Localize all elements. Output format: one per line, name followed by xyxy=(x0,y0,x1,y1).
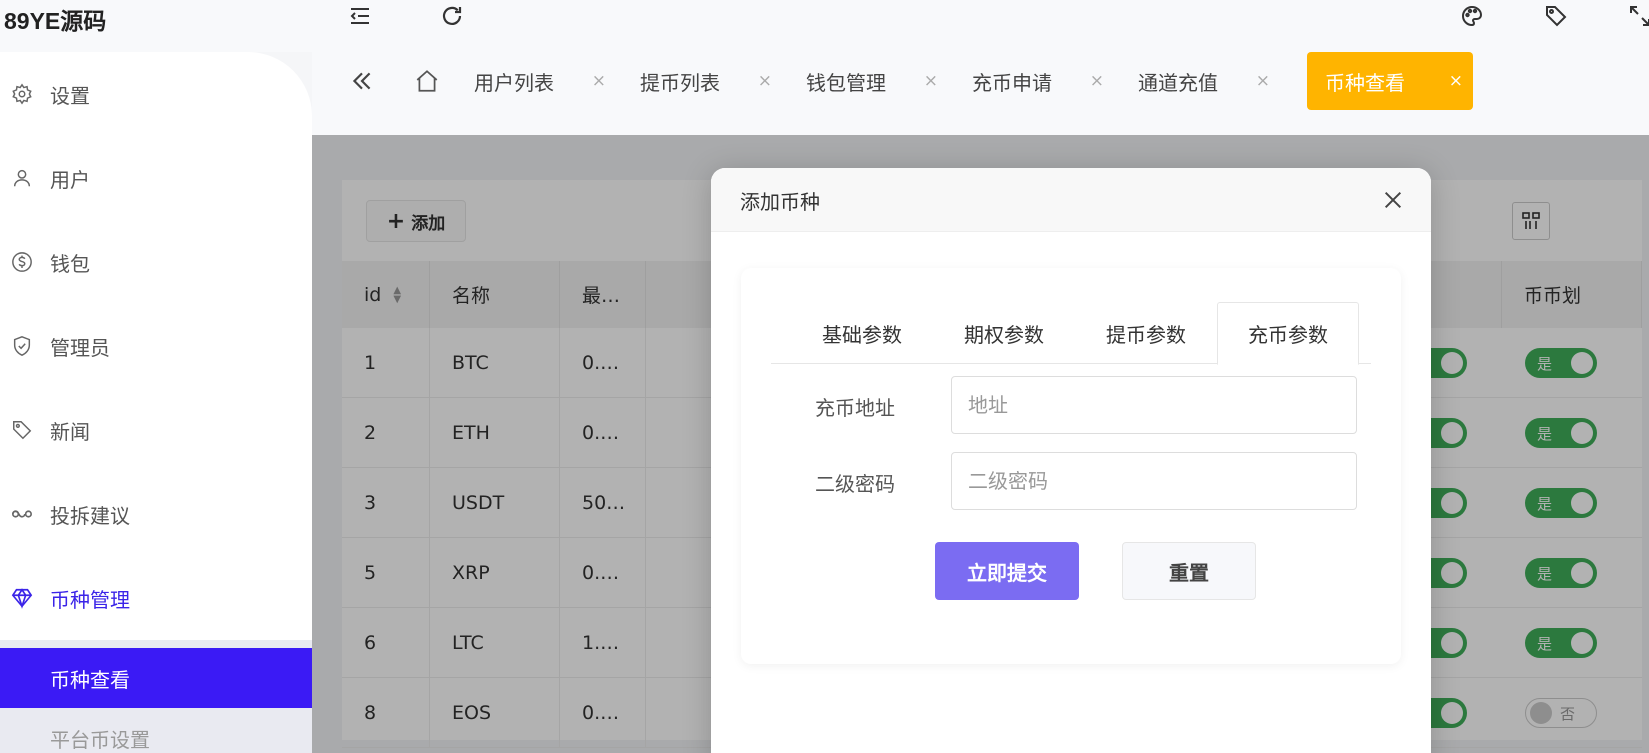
sidebar-item-wallet[interactable]: 钱包 xyxy=(0,232,312,292)
link-icon xyxy=(10,502,34,526)
sidebar-item-label: 钱包 xyxy=(50,251,90,276)
tab-label: 提币列表 xyxy=(640,70,720,95)
tab-withdraw-list[interactable]: 提币列表 × xyxy=(622,52,782,110)
sidebar-item-label: 设置 xyxy=(50,83,90,108)
sidebar-subitem-platform-coin-settings[interactable]: 平台币设置 xyxy=(0,708,312,753)
tab-wallet-management[interactable]: 钱包管理 × xyxy=(788,52,948,110)
deposit-address-label: 充币地址 xyxy=(815,396,895,420)
app-logo: 89YE源码 xyxy=(4,8,107,34)
sidebar-subitem-currency-view[interactable]: 币种查看 xyxy=(0,648,312,708)
sidebar-item-settings[interactable]: 设置 xyxy=(0,64,312,124)
form-row-secondary-password: 二级密码 xyxy=(741,452,1401,510)
reset-button[interactable]: 重置 xyxy=(1122,542,1256,600)
sidebar-subitem-label: 平台币设置 xyxy=(50,727,150,752)
sidebar-item-currency-management[interactable]: 币种管理 xyxy=(0,568,312,628)
dialog-form-card: 基础参数 期权参数 提币参数 充币参数 充币地址 二级密码 立即提交 重置 xyxy=(741,268,1401,664)
sidebar-subitem-label: 币种查看 xyxy=(50,667,130,692)
tab-user-list[interactable]: 用户列表 × xyxy=(456,52,616,110)
tab-basic-params[interactable]: 基础参数 xyxy=(791,302,933,364)
tab-deposit-params[interactable]: 充币参数 xyxy=(1217,302,1359,365)
diamond-icon xyxy=(10,586,34,610)
sidebar-item-label: 用户 xyxy=(50,167,90,192)
tag-icon xyxy=(10,418,34,442)
deposit-address-input[interactable] xyxy=(951,376,1357,434)
sidebar-item-label: 币种管理 xyxy=(50,587,130,612)
tab-option-params[interactable]: 期权参数 xyxy=(933,302,1075,364)
tab-withdraw-params[interactable]: 提币参数 xyxy=(1075,302,1217,364)
sidebar-item-label: 投拆建议 xyxy=(50,503,130,528)
sidebar-item-feedback[interactable]: 投拆建议 xyxy=(0,484,312,544)
close-icon[interactable] xyxy=(1379,186,1407,214)
fullscreen-icon[interactable] xyxy=(1626,2,1649,30)
sidebar-item-admins[interactable]: 管理员 xyxy=(0,316,312,376)
tab-close-icon[interactable]: × xyxy=(1256,71,1270,91)
sidebar-item-news[interactable]: 新闻 xyxy=(0,400,312,460)
tab-close-icon[interactable]: × xyxy=(924,71,938,91)
form-tabs: 基础参数 期权参数 提币参数 充币参数 xyxy=(771,302,1371,365)
tab-close-icon[interactable]: × xyxy=(758,71,772,91)
tab-currency-view[interactable]: 币种查看 × xyxy=(1307,52,1473,110)
tab-close-icon[interactable]: × xyxy=(1090,71,1104,91)
tab-deposit-requests[interactable]: 充币申请 × xyxy=(954,52,1114,110)
sidebar-item-users[interactable]: 用户 xyxy=(0,148,312,208)
secondary-password-label: 二级密码 xyxy=(815,472,895,496)
sidebar-item-label: 管理员 xyxy=(50,335,110,360)
top-bar: 89YE源码 xyxy=(0,0,1649,52)
tab-label: 币种查看 xyxy=(1325,70,1405,95)
tab-close-icon[interactable]: × xyxy=(1449,71,1463,91)
gear-icon xyxy=(10,82,34,106)
tab-label: 通道充值 xyxy=(1138,70,1218,95)
secondary-password-input[interactable] xyxy=(951,452,1357,510)
sidebar-item-label: 新闻 xyxy=(50,419,90,444)
palette-icon[interactable] xyxy=(1458,2,1486,30)
form-row-deposit-address: 充币地址 xyxy=(741,376,1401,434)
refresh-icon[interactable] xyxy=(438,2,466,30)
dialog-header: 添加币种 xyxy=(711,168,1431,232)
add-currency-dialog: 添加币种 基础参数 期权参数 提币参数 充币参数 充币地址 二级密码 立即提交 … xyxy=(711,168,1431,753)
tab-label: 用户列表 xyxy=(474,70,554,95)
dollar-icon xyxy=(10,250,34,274)
tabs-scroll-left-icon[interactable] xyxy=(342,52,382,110)
sidebar: 设置 用户 钱包 管理员 新闻 投拆建议 币种管理 币种查看 平台币设置 xyxy=(0,52,312,753)
tab-close-icon[interactable]: × xyxy=(592,71,606,91)
tab-channel-recharge[interactable]: 通道充值 × xyxy=(1120,52,1280,110)
tab-label: 充币申请 xyxy=(972,70,1052,95)
submit-button[interactable]: 立即提交 xyxy=(935,542,1079,600)
dialog-title: 添加币种 xyxy=(740,190,820,214)
tag-icon[interactable] xyxy=(1542,2,1570,30)
tab-label: 钱包管理 xyxy=(806,70,886,95)
tab-strip: 用户列表 × 提币列表 × 钱包管理 × 充币申请 × 通道充值 × 币种查看 … xyxy=(312,52,1649,135)
user-icon xyxy=(10,166,34,190)
home-icon[interactable] xyxy=(402,52,452,110)
shield-icon xyxy=(10,334,34,358)
indent-icon[interactable] xyxy=(346,2,374,30)
